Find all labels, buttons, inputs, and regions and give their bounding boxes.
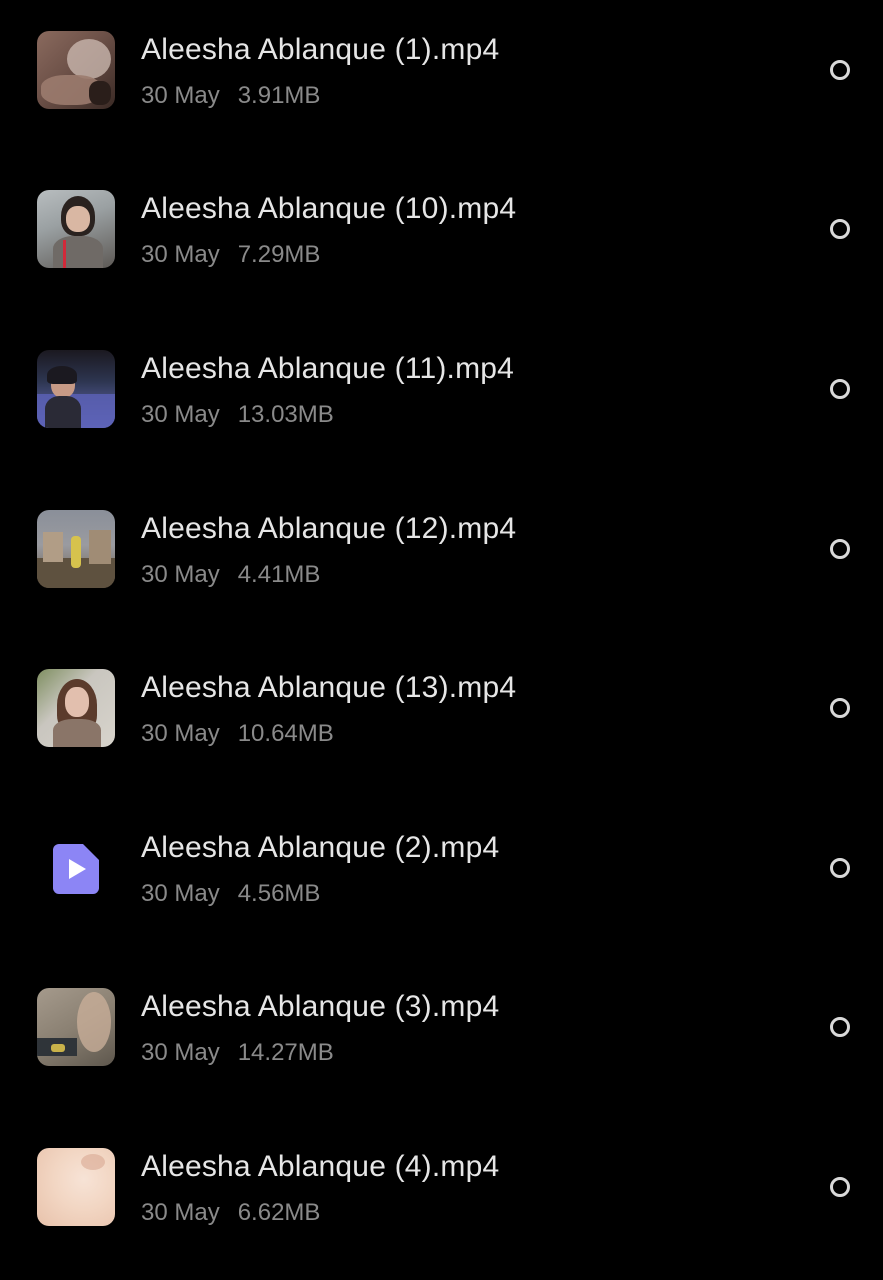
video-thumbnail <box>37 669 115 747</box>
video-thumbnail <box>37 350 115 428</box>
select-radio-button[interactable] <box>830 539 850 559</box>
video-thumbnail <box>37 190 115 268</box>
video-thumbnail <box>37 1148 115 1226</box>
file-name: Aleesha Ablanque (13).mp4 <box>141 671 517 704</box>
file-meta: 30 May 13.03MB <box>141 400 334 430</box>
file-list: Aleesha Ablanque (1).mp4 30 May 3.91MB Al… <box>0 0 883 1280</box>
video-file-icon <box>53 844 99 894</box>
file-date: 30 May <box>141 720 220 747</box>
file-meta: 30 May 10.64MB <box>141 719 334 749</box>
file-row[interactable]: Aleesha Ablanque (3).mp4 30 May 14.27MB <box>0 988 883 1108</box>
file-size: 13.03MB <box>237 401 334 428</box>
file-row[interactable]: Aleesha Ablanque (4).mp4 30 May 6.62MB <box>0 1148 883 1268</box>
file-name: Aleesha Ablanque (3).mp4 <box>141 990 500 1023</box>
file-row[interactable]: Aleesha Ablanque (13).mp4 30 May 10.64MB <box>0 669 883 789</box>
file-size: 4.56MB <box>237 880 321 907</box>
file-name: Aleesha Ablanque (1).mp4 <box>141 33 500 66</box>
file-name: Aleesha Ablanque (2).mp4 <box>141 831 500 864</box>
file-name: Aleesha Ablanque (4).mp4 <box>141 1150 500 1183</box>
video-thumbnail <box>37 829 115 907</box>
file-meta: 30 May 6.62MB <box>141 1198 320 1228</box>
file-size: 7.29MB <box>237 241 321 268</box>
file-date: 30 May <box>141 401 220 428</box>
video-thumbnail <box>37 31 115 109</box>
file-name: Aleesha Ablanque (12).mp4 <box>141 512 517 545</box>
file-size: 3.91MB <box>237 82 321 109</box>
file-date: 30 May <box>141 880 220 907</box>
file-meta: 30 May 14.27MB <box>141 1038 334 1068</box>
file-row[interactable]: Aleesha Ablanque (12).mp4 30 May 4.41MB <box>0 510 883 630</box>
select-radio-button[interactable] <box>830 1177 850 1197</box>
file-size: 4.41MB <box>237 561 321 588</box>
file-date: 30 May <box>141 1199 220 1226</box>
select-radio-button[interactable] <box>830 858 850 878</box>
file-row[interactable]: Aleesha Ablanque (10).mp4 30 May 7.29MB <box>0 190 883 310</box>
file-date: 30 May <box>141 82 220 109</box>
file-size: 14.27MB <box>237 1039 334 1066</box>
select-radio-button[interactable] <box>830 1017 850 1037</box>
file-meta: 30 May 7.29MB <box>141 240 320 270</box>
file-date: 30 May <box>141 561 220 588</box>
file-date: 30 May <box>141 1039 220 1066</box>
file-name: Aleesha Ablanque (11).mp4 <box>141 352 515 385</box>
file-meta: 30 May 4.56MB <box>141 879 320 909</box>
file-row[interactable]: Aleesha Ablanque (1).mp4 30 May 3.91MB <box>0 31 883 151</box>
file-row[interactable]: Aleesha Ablanque (2).mp4 30 May 4.56MB <box>0 829 883 949</box>
file-size: 6.62MB <box>237 1199 321 1226</box>
file-meta: 30 May 3.91MB <box>141 81 320 111</box>
select-radio-button[interactable] <box>830 379 850 399</box>
select-radio-button[interactable] <box>830 219 850 239</box>
video-thumbnail <box>37 510 115 588</box>
file-row[interactable]: Aleesha Ablanque (11).mp4 30 May 13.03MB <box>0 350 883 470</box>
file-meta: 30 May 4.41MB <box>141 560 320 590</box>
file-date: 30 May <box>141 241 220 268</box>
video-thumbnail <box>37 988 115 1066</box>
select-radio-button[interactable] <box>830 60 850 80</box>
file-size: 10.64MB <box>237 720 334 747</box>
select-radio-button[interactable] <box>830 698 850 718</box>
file-name: Aleesha Ablanque (10).mp4 <box>141 192 517 225</box>
